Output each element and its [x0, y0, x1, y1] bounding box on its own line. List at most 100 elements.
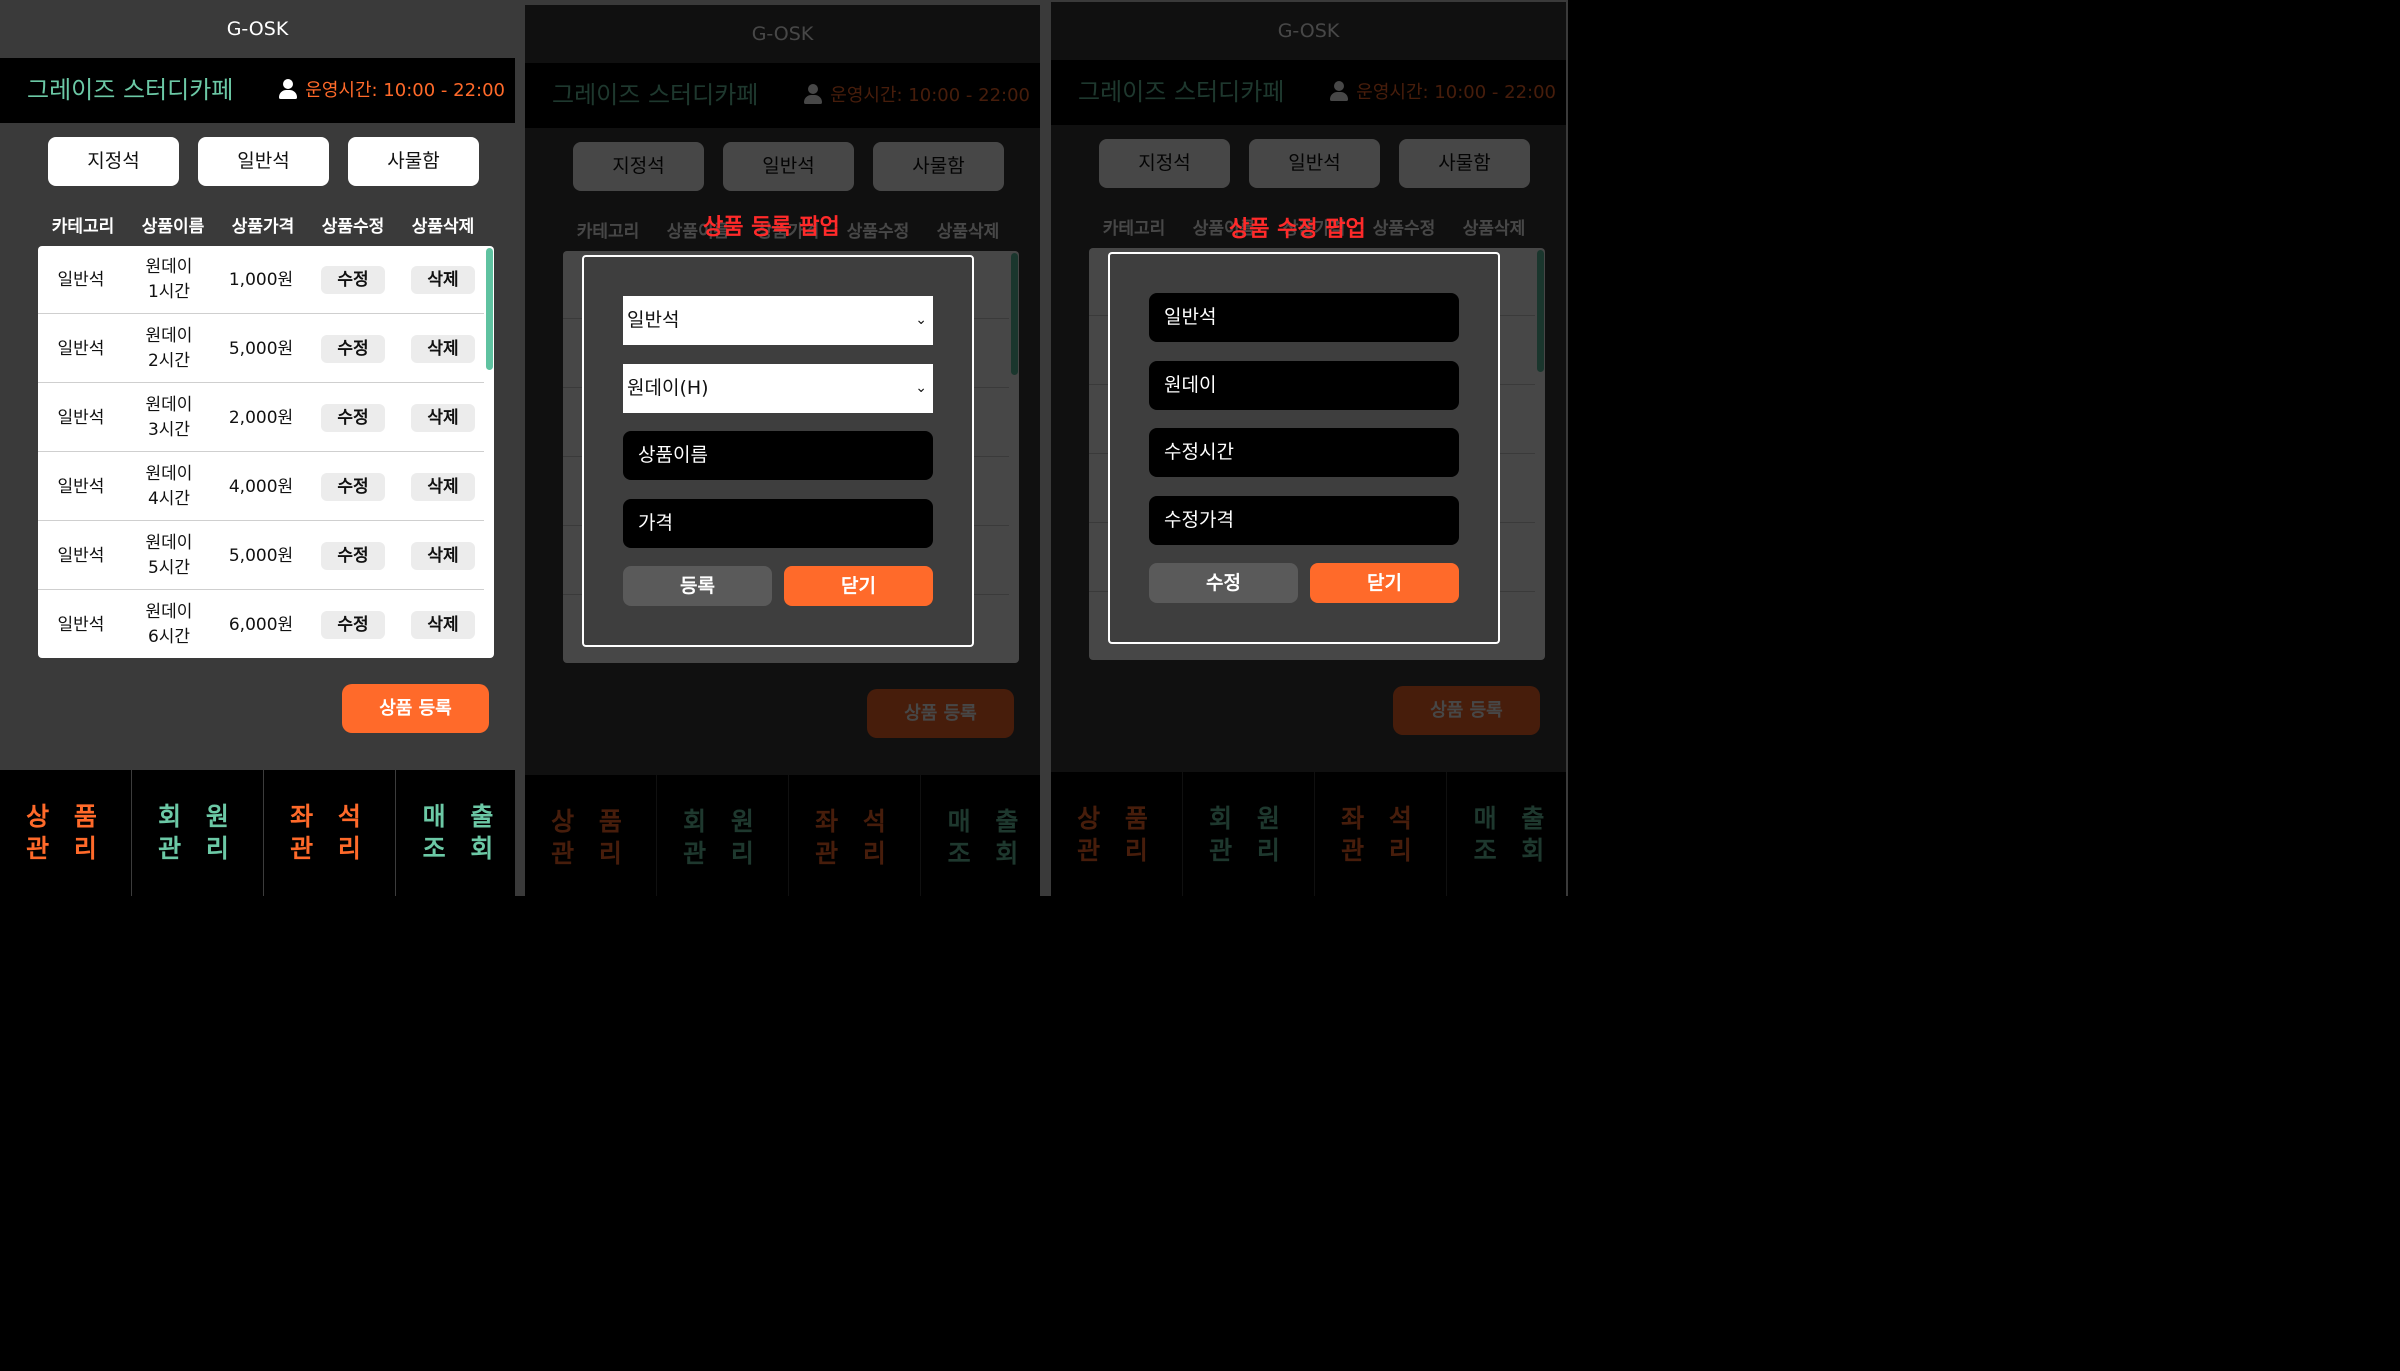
delete-cell: 삭제 — [398, 246, 488, 314]
edit-button[interactable]: 수정 — [321, 611, 385, 639]
delete-cell: 삭제 — [398, 453, 488, 521]
app-title: G-OSK — [0, 0, 515, 58]
edit-button[interactable]: 수정 — [321, 473, 385, 501]
price-input[interactable]: 가격 — [623, 499, 933, 548]
category-cell: 일반석 — [57, 545, 105, 566]
category-cell: 일반석 — [57, 614, 105, 635]
table-row: 일반석 원데이 5시간 5,000원 수정 삭제 — [38, 522, 484, 590]
nav-member-management[interactable]: 회 원 관 리 — [132, 770, 264, 896]
screen-content: G-OSK 그레이즈 스터디카페 운영시간: 10:00 - 22:00 지정석… — [0, 0, 515, 896]
chevron-down-icon: ⌄ — [915, 380, 927, 396]
tab-locker[interactable]: 사물함 — [348, 137, 479, 186]
store-name: 그레이즈 스터디카페 — [27, 76, 234, 104]
name-cell: 원데이 4시간 — [124, 453, 214, 521]
register-popup-screen: G-OSK 그레이즈 스터디카페 운영시간: 10:00 - 22:00 지정석… — [515, 0, 1041, 896]
table-row: 일반석 원데이 4시간 4,000원 수정 삭제 — [38, 453, 484, 521]
delete-cell: 삭제 — [398, 384, 488, 452]
edit-price-input[interactable]: 수정가격 — [1149, 496, 1459, 545]
type-select[interactable]: 원데이(H) ⌄ — [623, 364, 933, 413]
edit-cell: 수정 — [308, 591, 398, 658]
person-icon — [279, 79, 298, 99]
delete-button[interactable]: 삭제 — [411, 335, 475, 363]
category-cell: 일반석 — [57, 338, 105, 359]
type-field[interactable]: 원데이 — [1149, 361, 1459, 410]
column-header-price: 상품가격 — [231, 217, 295, 237]
name-cell: 원데이 2시간 — [124, 315, 214, 383]
name-cell: 원데이 1시간 — [124, 246, 214, 314]
table-row: 일반석 원데이 2시간 5,000원 수정 삭제 — [38, 315, 484, 383]
price-cell: 2,000원 — [228, 407, 294, 428]
table-row: 일반석 원데이 3시간 2,000원 수정 삭제 — [38, 384, 484, 452]
name-line2: 6시간 — [147, 627, 191, 647]
tab-general-seat[interactable]: 일반석 — [198, 137, 329, 186]
price-cell: 5,000원 — [228, 338, 294, 359]
edit-button[interactable]: 수정 — [321, 266, 385, 294]
edit-cell: 수정 — [308, 384, 398, 452]
name-line1: 원데이 — [145, 395, 193, 416]
name-cell: 원데이 5시간 — [124, 522, 214, 590]
name-line1: 원데이 — [145, 257, 193, 278]
column-header-edit: 상품수정 — [321, 217, 385, 237]
delete-button[interactable]: 삭제 — [411, 404, 475, 432]
close-button[interactable]: 닫기 — [1310, 563, 1459, 603]
name-line1: 원데이 — [145, 326, 193, 347]
submit-register-button[interactable]: 등록 — [623, 566, 772, 606]
column-header-delete: 상품삭제 — [411, 217, 475, 237]
category-select-value: 일반석 — [627, 309, 680, 331]
bottom-nav: 상 품 관 리 회 원 관 리 좌 석 관 리 매 출 조 회 — [0, 770, 515, 896]
category-field[interactable]: 일반석 — [1149, 293, 1459, 342]
name-cell: 원데이 6시간 — [124, 591, 214, 658]
price-cell: 6,000원 — [228, 614, 294, 635]
name-line2: 1시간 — [147, 282, 191, 302]
product-management-screen: G-OSK 그레이즈 스터디카페 운영시간: 10:00 - 22:00 지정석… — [0, 0, 515, 896]
edit-button[interactable]: 수정 — [321, 335, 385, 363]
edit-popup: 일반석 원데이 수정시간 수정가격 수정 닫기 — [1108, 252, 1500, 644]
category-cell: 일반석 — [57, 269, 105, 290]
delete-button[interactable]: 삭제 — [411, 542, 475, 570]
nav-product-management[interactable]: 상 품 관 리 — [0, 770, 132, 896]
type-select-value: 원데이(H) — [627, 377, 709, 399]
name-cell: 원데이 3시간 — [124, 384, 214, 452]
operating-hours: 운영시간: 10:00 - 22:00 — [279, 58, 505, 123]
table-row: 일반석 원데이 6시간 6,000원 수정 삭제 — [38, 591, 484, 658]
price-cell: 1,000원 — [228, 269, 294, 290]
edit-popup-screen: G-OSK 그레이즈 스터디카페 운영시간: 10:00 - 22:00 지정석… — [1041, 0, 1568, 896]
edit-button[interactable]: 수정 — [321, 542, 385, 570]
category-cell: 일반석 — [57, 476, 105, 497]
register-popup-title: 상품 등록 팝업 — [703, 215, 840, 240]
product-table[interactable]: 일반석 원데이 1시간 1,000원 수정 삭제 일반석 원데이 2시간 5,000… — [38, 246, 494, 658]
edit-time-input[interactable]: 수정시간 — [1149, 428, 1459, 477]
price-cell: 4,000원 — [228, 476, 294, 497]
edit-button[interactable]: 수정 — [321, 404, 385, 432]
name-line2: 2시간 — [147, 351, 191, 371]
category-select[interactable]: 일반석 ⌄ — [623, 296, 933, 345]
edit-popup-title: 상품 수정 팝업 — [1229, 217, 1366, 242]
delete-button[interactable]: 삭제 — [411, 266, 475, 294]
name-line2: 3시간 — [147, 420, 191, 440]
product-name-input[interactable]: 상품이름 — [623, 431, 933, 480]
name-line1: 원데이 — [145, 533, 193, 554]
screen-content: G-OSK 그레이즈 스터디카페 운영시간: 10:00 - 22:00 지정석… — [525, 5, 1040, 896]
operating-hours-text: 운영시간: 10:00 - 22:00 — [305, 80, 505, 101]
delete-button[interactable]: 삭제 — [411, 611, 475, 639]
nav-sales-inquiry[interactable]: 매 출 조 회 — [396, 770, 515, 896]
edit-cell: 수정 — [308, 453, 398, 521]
nav-seat-management[interactable]: 좌 석 관 리 — [264, 770, 396, 896]
delete-cell: 삭제 — [398, 315, 488, 383]
table-row: 일반석 원데이 1시간 1,000원 수정 삭제 — [38, 246, 484, 314]
submit-edit-button[interactable]: 수정 — [1149, 563, 1298, 603]
column-header-name: 상품이름 — [141, 217, 205, 237]
table-scrollbar[interactable] — [486, 248, 493, 370]
name-line2: 4시간 — [147, 489, 191, 509]
delete-button[interactable]: 삭제 — [411, 473, 475, 501]
tab-reserved-seat[interactable]: 지정석 — [48, 137, 179, 186]
screen-content: G-OSK 그레이즈 스터디카페 운영시간: 10:00 - 22:00 지정석… — [1051, 2, 1566, 896]
close-button[interactable]: 닫기 — [784, 566, 933, 606]
name-line1: 원데이 — [145, 464, 193, 485]
edit-cell: 수정 — [308, 315, 398, 383]
chevron-down-icon: ⌄ — [915, 312, 927, 328]
delete-cell: 삭제 — [398, 522, 488, 590]
name-line2: 5시간 — [147, 558, 191, 578]
price-cell: 5,000원 — [228, 545, 294, 566]
register-product-button[interactable]: 상품 등록 — [342, 684, 489, 733]
